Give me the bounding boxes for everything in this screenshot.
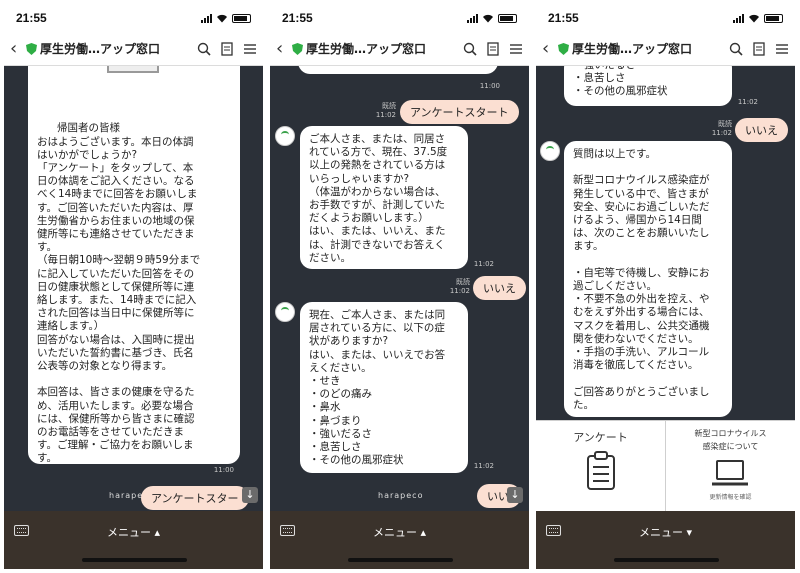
scroll-down-button[interactable]: ↓ <box>507 487 523 503</box>
sent-message: いいえ <box>473 276 526 300</box>
chat-header: ‹ 厚生労働…アップ窓口 <box>4 32 263 66</box>
message-time: 11:02 <box>737 98 758 106</box>
phone-screen-3: 21:55 ‹ 厚生労働…アップ窓口 ・強いだるさ ・息苦しさ ・その他の風邪症… <box>536 4 795 569</box>
menu-icon[interactable] <box>775 42 789 56</box>
clipboard-icon <box>587 451 615 490</box>
shield-icon <box>292 42 303 55</box>
home-indicator <box>348 558 453 562</box>
battery-icon <box>232 13 251 23</box>
status-time: 21:55 <box>548 11 579 25</box>
question-fever: ご本人さま、または、同居さ れている方で、現在、37.5度 以上の発熱をされてい… <box>300 126 468 269</box>
status-bar: 21:55 <box>536 4 795 32</box>
menu-label: メニュー <box>638 526 683 539</box>
sent-message: アンケートスタート <box>400 100 519 124</box>
chat-title: 厚生労働…アップ窓口 <box>306 42 427 56</box>
chat-area[interactable]: ・強いだるさ ・息苦しさ ・その他の風邪症状 11:02 既読 11:02 いい… <box>536 66 795 421</box>
chat-area[interactable]: 11:00 既読 11:02 アンケートスタート ご本人さま、または、同居さ れ… <box>270 66 529 511</box>
search-icon[interactable] <box>197 42 211 56</box>
message-time: 11:02 <box>473 462 494 470</box>
wifi-icon <box>217 14 227 22</box>
menu-bar: メニュー ▴ <box>4 511 263 569</box>
document-icon <box>107 66 159 73</box>
laptop-icon <box>712 460 748 486</box>
rich-menu-survey[interactable]: アンケート <box>536 421 665 511</box>
status-bar: 21:55 <box>4 4 263 32</box>
question-symptoms: 現在、ご本人さま、または同 居されている方に、以下の症 状がありますか? はい、… <box>300 302 468 473</box>
symptoms-tail: ・強いだるさ ・息苦しさ ・その他の風邪症状 <box>564 66 732 106</box>
status-time: 21:55 <box>282 11 313 25</box>
chat-title: 厚生労働…アップ窓口 <box>572 42 693 56</box>
covid-info-label: 新型コロナウイルス 感染症について <box>694 429 767 451</box>
read-receipt: 既読 11:02 <box>375 102 396 119</box>
final-message: 質問は以上です。 新型コロナウイルス感染症が 発生している中で、皆さまが 安全、… <box>564 141 732 417</box>
brand-watermark: harapeco <box>378 491 424 500</box>
back-icon[interactable]: ‹ <box>276 38 290 59</box>
message-time: 11:00 <box>213 466 234 474</box>
shield-icon <box>558 42 569 55</box>
menu-toggle[interactable]: メニュー ▴ <box>270 524 529 540</box>
chat-area[interactable]: 帰国者の皆様 おはようございます。本日の体調 はいかがでしょうか? 「アンケート… <box>4 66 263 511</box>
previous-message-edge <box>298 66 498 74</box>
menu-toggle[interactable]: メニュー ▴ <box>4 524 263 540</box>
notes-icon[interactable] <box>752 41 766 56</box>
shield-icon <box>26 42 37 55</box>
bot-avatar <box>275 126 295 146</box>
chat-header: ‹ 厚生労働…アップ窓口 <box>536 32 795 66</box>
status-bar: 21:55 <box>270 4 529 32</box>
wifi-icon <box>483 14 493 22</box>
signal-icon <box>201 13 212 23</box>
back-icon[interactable]: ‹ <box>542 38 556 59</box>
message-time: 11:00 <box>479 82 500 90</box>
bot-avatar <box>540 141 560 161</box>
greeting-text: 帰国者の皆様 おはようございます。本日の体調 はいかがでしょうか? 「アンケート… <box>37 122 201 465</box>
phone-screen-1: 21:55 ‹ 厚生労働…アップ窓口 帰国者の皆様 おはようございます。本日の体… <box>4 4 263 569</box>
covid-info-subtext: 更新情報を確認 <box>709 494 752 501</box>
back-icon[interactable]: ‹ <box>10 38 24 59</box>
chat-title: 厚生労働…アップ窓口 <box>40 42 161 56</box>
chat-header: ‹ 厚生労働…アップ窓口 <box>270 32 529 66</box>
menu-toggle[interactable]: メニュー ▾ <box>536 524 795 540</box>
sent-message: いいえ <box>735 118 788 142</box>
home-indicator <box>614 558 719 562</box>
message-time: 11:02 <box>473 260 494 268</box>
search-icon[interactable] <box>729 42 743 56</box>
wifi-icon <box>749 14 759 22</box>
search-icon[interactable] <box>463 42 477 56</box>
sent-message: アンケートスター <box>141 486 249 510</box>
battery-icon <box>764 13 783 23</box>
rich-menu: アンケート 新型コロナウイルス 感染症について 更新情報を確認 <box>536 420 795 511</box>
read-receipt: 既読 11:02 <box>711 120 732 137</box>
menu-label: メニュー <box>372 526 417 539</box>
bot-avatar <box>275 302 295 322</box>
read-receipt: 既読 11:02 <box>449 278 470 295</box>
menu-icon[interactable] <box>243 42 257 56</box>
signal-icon <box>467 13 478 23</box>
battery-icon <box>498 13 517 23</box>
notes-icon[interactable] <box>486 41 500 56</box>
scroll-down-button[interactable]: ↓ <box>242 487 258 503</box>
menu-label: メニュー <box>106 526 151 539</box>
home-indicator <box>82 558 187 562</box>
menu-bar: メニュー ▴ <box>270 511 529 569</box>
rich-menu-covid-info[interactable]: 新型コロナウイルス 感染症について 更新情報を確認 <box>665 421 795 511</box>
menu-bar: メニュー ▾ <box>536 511 795 569</box>
notes-icon[interactable] <box>220 41 234 56</box>
phone-screen-2: 21:55 ‹ 厚生労働…アップ窓口 11:00 既読 11:02 アンケートス… <box>270 4 529 569</box>
menu-icon[interactable] <box>509 42 523 56</box>
signal-icon <box>733 13 744 23</box>
greeting-message: 帰国者の皆様 おはようございます。本日の体調 はいかがでしょうか? 「アンケート… <box>28 66 240 464</box>
status-time: 21:55 <box>16 11 47 25</box>
survey-label: アンケート <box>573 431 628 444</box>
